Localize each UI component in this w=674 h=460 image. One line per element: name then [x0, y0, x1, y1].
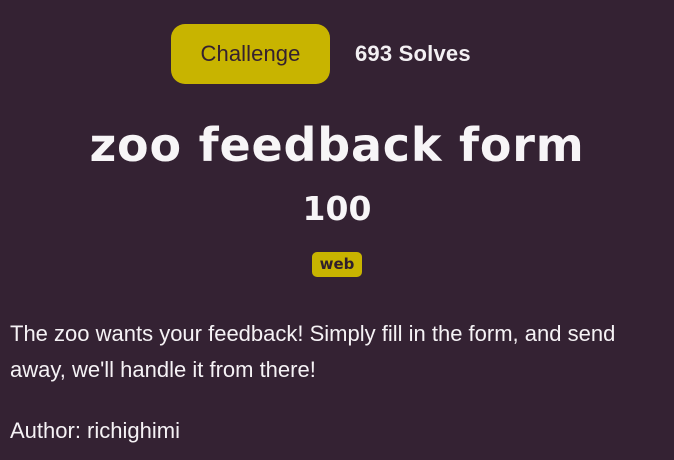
challenge-title: zoo feedback form: [89, 118, 585, 172]
category-tag: web: [312, 252, 362, 277]
challenge-description: The zoo wants your feedback! Simply fill…: [10, 321, 616, 382]
tab-solves[interactable]: 693 Solves: [355, 41, 471, 67]
challenge-points: 100: [302, 189, 372, 228]
challenge-page: { "colors": { "background": "#342233", "…: [0, 0, 674, 460]
challenge-author: Author: richighimi: [10, 418, 180, 443]
challenge-tabs: Challenge 693 Solves: [171, 24, 471, 84]
tab-challenge[interactable]: Challenge: [171, 24, 330, 84]
category-tag-container: web: [0, 252, 674, 277]
